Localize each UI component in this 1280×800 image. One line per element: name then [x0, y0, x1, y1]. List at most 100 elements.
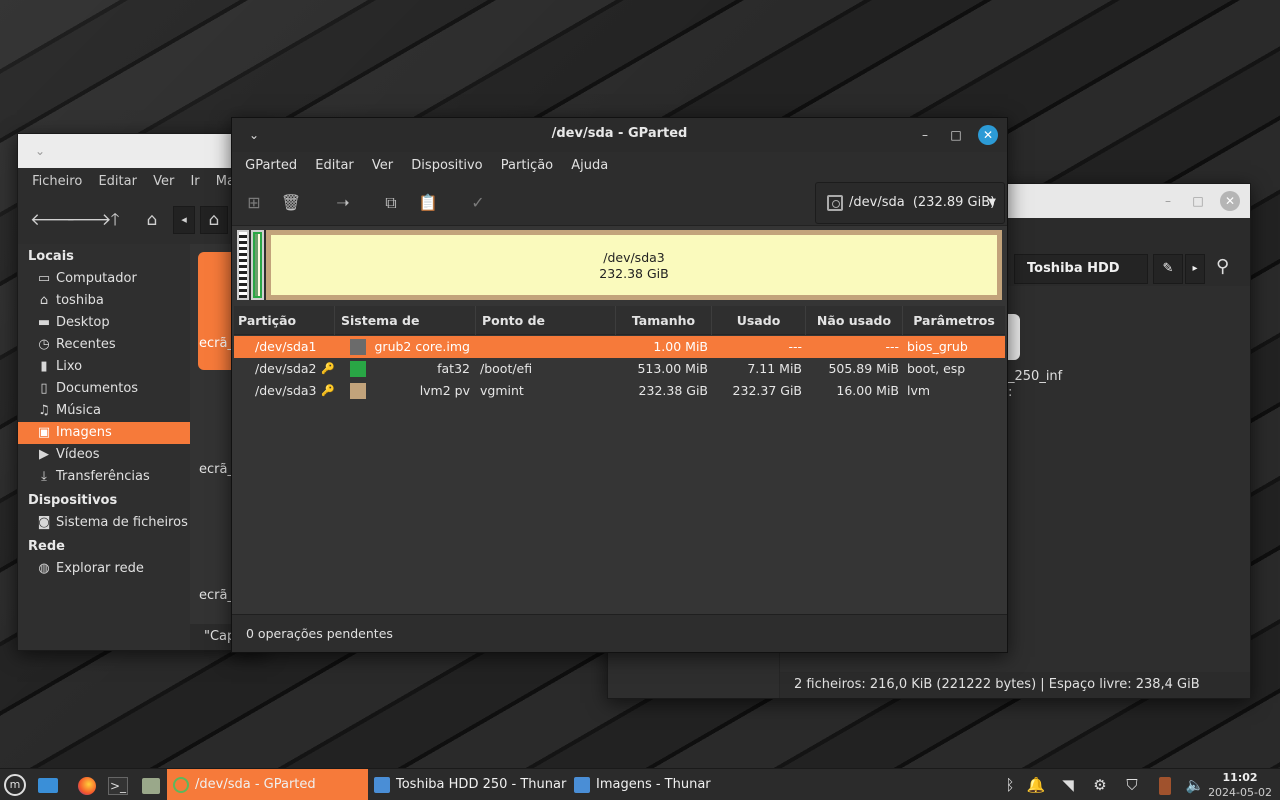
file-thumbnail[interactable]: [1006, 314, 1020, 360]
menu-ficheiro[interactable]: Ficheiro: [26, 168, 88, 196]
sidebar-item-label: Transferências: [56, 469, 150, 484]
gparted-icon: [173, 777, 189, 793]
file-manager-icon[interactable]: [139, 773, 163, 797]
table-row[interactable]: /dev/sda3 🔑 lvm2 pv vgmint 232.38 GiB 23…: [234, 380, 1005, 402]
sidebar-item-transferencias[interactable]: ⤓ Transferências: [18, 466, 190, 488]
dropdown-arrow-icon: ▼: [988, 197, 996, 208]
forward-arrow-icon[interactable]: 🡒: [66, 208, 112, 232]
search-icon[interactable]: ⚲: [1216, 256, 1229, 277]
titlebar[interactable]: ⌄ /dev/sda - GParted – □ ✕: [232, 118, 1007, 152]
menu-editar[interactable]: Editar: [308, 152, 361, 180]
menu-ver[interactable]: Ver: [147, 168, 180, 196]
path-right-icon[interactable]: ▸: [1185, 254, 1205, 284]
toolbar: 🡐 🡒 🡑 ⌂ ◂ ⌂: [18, 196, 266, 244]
menu-editar[interactable]: Editar: [92, 168, 143, 196]
notifications-icon[interactable]: 🔔: [1026, 773, 1046, 797]
resize-move-icon[interactable]: ➝: [330, 192, 356, 214]
menu-dispositivo[interactable]: Dispositivo: [404, 152, 489, 180]
sidebar-item-documentos[interactable]: ▯ Documentos: [18, 378, 190, 400]
terminal-icon[interactable]: >_: [106, 773, 130, 797]
sidebar-item-musica[interactable]: ♫ Música: [18, 400, 190, 422]
path-left-icon[interactable]: ◂: [173, 206, 195, 234]
sidebar-item-recentes[interactable]: ◷ Recentes: [18, 334, 190, 356]
column-header-particao[interactable]: Partição: [234, 306, 335, 335]
sidebar-item-computador[interactable]: ▭ Computador: [18, 268, 190, 290]
back-arrow-icon[interactable]: 🡐: [30, 208, 76, 232]
sidebar-item-label: Computador: [56, 271, 137, 286]
clock[interactable]: 11:02 2024-05-02: [1208, 770, 1272, 800]
home-icon[interactable]: ⌂: [140, 208, 164, 232]
delete-partition-icon[interactable]: 🗑: [280, 192, 302, 214]
fs-cell: fat32: [437, 361, 470, 376]
column-header-montagem[interactable]: Ponto de montagem: [476, 306, 616, 357]
mint-menu-icon[interactable]: m: [4, 774, 26, 796]
sidebar-item-label: Lixo: [56, 359, 83, 374]
show-desktop-icon[interactable]: [36, 773, 60, 797]
sidebar-item-sistema-de-ficheiros[interactable]: ◙ Sistema de ficheiros: [18, 512, 190, 534]
minimize-icon[interactable]: –: [1158, 191, 1178, 211]
folder-icon: [574, 777, 590, 793]
column-header-parametros[interactable]: Parâmetros: [903, 306, 1005, 335]
sidebar-item-explorar-rede[interactable]: ◍ Explorar rede: [18, 558, 190, 580]
sidebar-item-lixo[interactable]: ▮ Lixo: [18, 356, 190, 378]
menu-ajuda[interactable]: Ajuda: [564, 152, 615, 180]
path-home-icon[interactable]: ⌂: [200, 206, 228, 234]
path-button-toshiba[interactable]: Toshiba HDD 250: [1014, 254, 1148, 304]
edit-path-icon[interactable]: ✎: [1153, 254, 1183, 284]
apply-check-icon[interactable]: ✓: [467, 192, 489, 214]
sidebar-item-toshiba[interactable]: ⌂ toshiba: [18, 290, 190, 312]
file-label: ecrã_: [199, 588, 234, 603]
column-header-sistema[interactable]: Sistema de ficheiros: [335, 306, 476, 357]
chevron-down-icon[interactable]: ⌄: [30, 141, 50, 161]
battery-icon[interactable]: [1155, 773, 1175, 797]
maximize-icon[interactable]: □: [1188, 191, 1208, 211]
sidebar-item-label: Imagens: [56, 425, 112, 440]
partition-map-sda3[interactable]: /dev/sda3 232.38 GiB: [266, 230, 1002, 300]
shield-icon[interactable]: ⛉: [1122, 773, 1142, 797]
table-header: Partição Sistema de ficheiros Ponto de m…: [234, 306, 1005, 357]
sidebar-item-imagens[interactable]: ▣ Imagens: [18, 422, 190, 444]
column-header-usado[interactable]: Usado: [712, 306, 806, 335]
partition-map-sda1[interactable]: [237, 230, 249, 300]
menu-particao[interactable]: Partição: [494, 152, 560, 180]
volume-icon[interactable]: 🔈: [1185, 773, 1205, 797]
close-icon[interactable]: ✕: [1220, 191, 1240, 211]
menu-ir[interactable]: Ir: [184, 168, 205, 196]
partition-map-sda2[interactable]: [251, 230, 264, 300]
firefox-icon[interactable]: [75, 773, 99, 797]
task-gparted[interactable]: /dev/sda - GParted: [167, 769, 368, 800]
status-bar: 2 ficheiros: 216,0 KiB (221222 bytes) | …: [780, 672, 1250, 698]
sidebar: Locais ▭ Computador ⌂ toshiba ▬ Desktop ◷ Re…: [18, 244, 190, 650]
clock-icon: ◷: [38, 337, 50, 352]
task-toshiba-thunar[interactable]: Toshiba HDD 250 - Thunar: [368, 769, 568, 800]
paste-icon[interactable]: 📋: [417, 192, 439, 214]
sidebar-item-desktop[interactable]: ▬ Desktop: [18, 312, 190, 334]
sidebar-item-label: Vídeos: [56, 447, 100, 462]
device-selector[interactable]: /dev/sda (232.89 GiB) ▼: [815, 182, 1005, 224]
table-row[interactable]: /dev/sda1 grub2 core.img 1.00 MiB --- --…: [234, 336, 1005, 358]
close-icon[interactable]: ✕: [978, 125, 998, 145]
update-settings-icon[interactable]: ⚙: [1090, 773, 1110, 797]
column-header-tamanho[interactable]: Tamanho: [616, 306, 712, 335]
status-text: 0 operações pendentes: [246, 626, 393, 641]
task-imagens-thunar[interactable]: Imagens - Thunar: [568, 769, 768, 800]
menu-ver[interactable]: Ver: [365, 152, 400, 180]
unused-cell: 505.89 MiB: [828, 361, 899, 376]
wifi-icon[interactable]: ◥: [1058, 773, 1078, 797]
titlebar[interactable]: ⌄: [18, 134, 266, 168]
file-label: ecrã_: [199, 336, 234, 351]
drive-icon: ◙: [37, 515, 51, 530]
thunar-imagens-window[interactable]: ⌄ Ficheiro Editar Ver Ir Marc 🡐 🡒 🡑 ⌂ ◂ …: [17, 133, 267, 651]
gparted-window[interactable]: ⌄ /dev/sda - GParted – □ ✕ GParted Edita…: [231, 117, 1008, 653]
up-arrow-icon[interactable]: 🡑: [103, 208, 127, 232]
column-header-nao-usado[interactable]: Não usado: [806, 306, 903, 335]
bluetooth-icon[interactable]: ᛒ: [1000, 773, 1020, 797]
menu-gparted[interactable]: GParted: [238, 152, 304, 180]
minimize-icon[interactable]: –: [915, 125, 935, 145]
new-partition-icon[interactable]: ⊞: [243, 192, 265, 214]
sidebar-item-videos[interactable]: ▶ Vídeos: [18, 444, 190, 466]
document-icon: ▯: [40, 381, 48, 396]
copy-icon[interactable]: ⧉: [380, 192, 402, 214]
table-row[interactable]: /dev/sda2 🔑 fat32 /boot/efi 513.00 MiB 7…: [234, 358, 1005, 380]
maximize-icon[interactable]: □: [946, 125, 966, 145]
